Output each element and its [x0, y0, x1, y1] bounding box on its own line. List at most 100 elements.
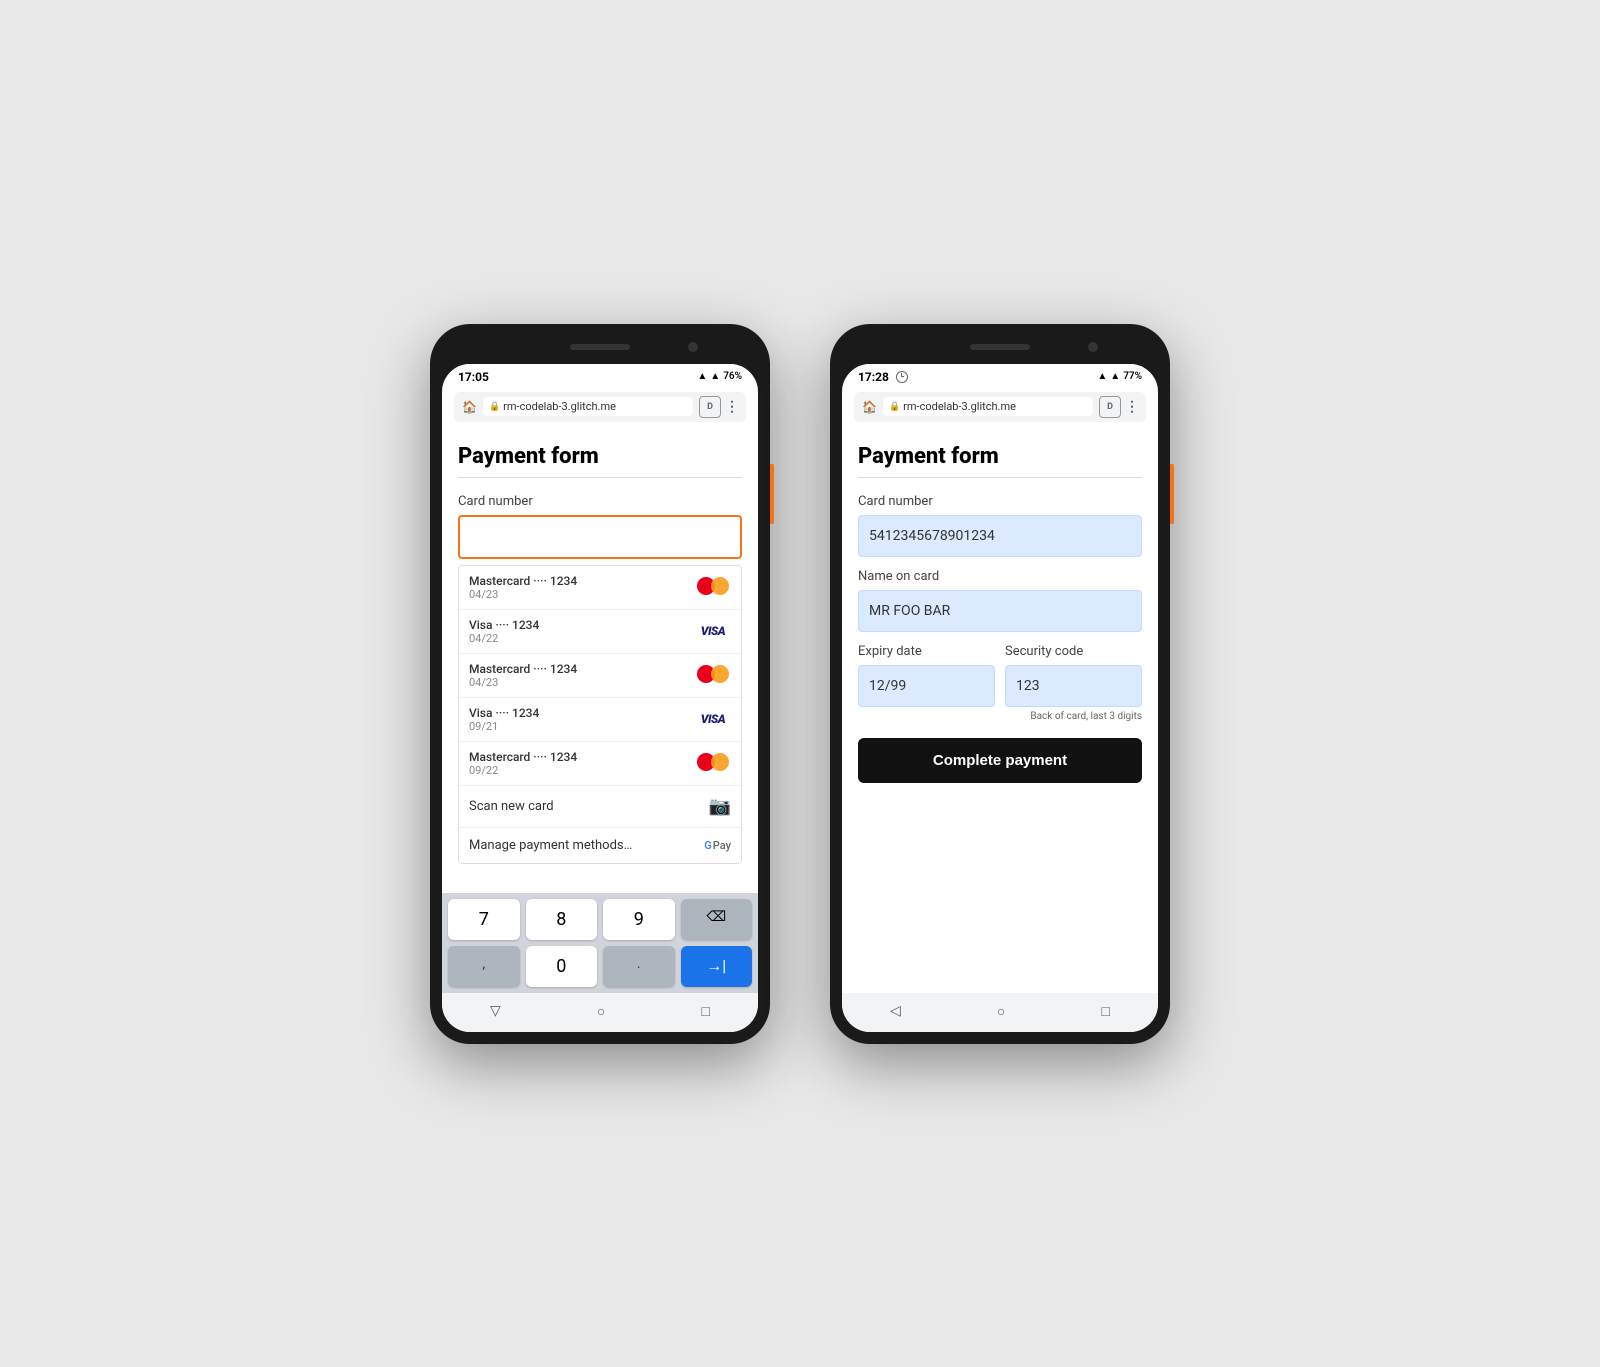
key-comma[interactable]: , — [448, 946, 520, 987]
right-page-title: Payment form — [858, 444, 1142, 469]
card-name-2: Visa ···· 1234 — [469, 618, 695, 632]
right-phone-screen: 17:28 ▲ ▲ 77% 🏠 🔒 rm-codelab-3.glitch.me… — [842, 364, 1158, 1032]
security-hint: Back of card, last 3 digits — [858, 711, 1142, 722]
home-icon[interactable]: 🏠 — [462, 400, 477, 414]
nav-home-button[interactable]: ○ — [577, 1001, 625, 1022]
name-on-card-value: MR FOO BAR — [869, 603, 950, 619]
scan-new-card-label: Scan new card — [469, 799, 709, 814]
left-phone-screen: 17:05 ▲ ▲ 76% 🏠 🔒 rm-codelab-3.glitch.me… — [442, 364, 758, 1032]
card-name-3: Mastercard ···· 1234 — [469, 662, 695, 676]
card-info-5: Mastercard ···· 1234 09/22 — [469, 750, 695, 777]
key-period[interactable]: . — [603, 946, 675, 987]
right-nav-home-button[interactable]: ○ — [977, 1001, 1025, 1022]
visa-logo-2: VISA — [695, 708, 731, 730]
mastercard-logo-3 — [695, 752, 731, 774]
right-title-divider — [858, 477, 1142, 478]
autocomplete-dropdown: Mastercard ···· 1234 04/23 Visa ···· 123… — [458, 565, 742, 864]
autocomplete-item-1[interactable]: Mastercard ···· 1234 04/23 — [459, 566, 741, 610]
security-label: Security code — [1005, 644, 1142, 659]
visa-logo-1: VISA — [695, 620, 731, 642]
card-info-3: Mastercard ···· 1234 04/23 — [469, 662, 695, 689]
nav-recent-button[interactable]: □ — [681, 1001, 729, 1022]
scan-new-card-row[interactable]: Scan new card 📷 — [459, 786, 741, 828]
wifi-icon: ▲ — [710, 371, 720, 382]
right-signal-icon: ▲ — [1097, 371, 1107, 382]
tab-icon[interactable]: D — [699, 396, 721, 418]
expiry-field[interactable]: 12/99 — [858, 665, 995, 707]
status-icons: ▲ ▲ 76% — [697, 371, 742, 382]
left-page-content: Payment form Card number Mastercard ····… — [442, 428, 758, 893]
key-next[interactable]: →| — [681, 946, 753, 987]
card-expiry-5: 09/22 — [469, 764, 695, 777]
card-name-1: Mastercard ···· 1234 — [469, 574, 695, 588]
camera — [688, 342, 698, 352]
status-time: 17:05 — [458, 370, 489, 384]
right-tab-icon[interactable]: D — [1099, 396, 1121, 418]
right-home-icon[interactable]: 🏠 — [862, 400, 877, 414]
right-camera — [1088, 342, 1098, 352]
complete-payment-button[interactable]: Complete payment — [858, 738, 1142, 783]
name-on-card-label: Name on card — [858, 569, 1142, 584]
manage-payment-row[interactable]: Manage payment methods… G Pay — [459, 828, 741, 863]
autocomplete-item-3[interactable]: Mastercard ···· 1234 04/23 — [459, 654, 741, 698]
card-name-5: Mastercard ···· 1234 — [469, 750, 695, 764]
right-nav-back-button[interactable]: ◁ — [870, 1001, 921, 1022]
right-nav-recent-button[interactable]: □ — [1081, 1001, 1129, 1022]
manage-payment-label: Manage payment methods… — [469, 838, 704, 853]
key-0[interactable]: 0 — [526, 946, 598, 987]
card-number-field[interactable]: 5412345678901234 — [858, 515, 1142, 557]
navigation-bar: ▽ ○ □ — [442, 993, 758, 1032]
right-more-menu-button[interactable]: ⋮ — [1125, 399, 1138, 415]
security-column: Security code 123 — [1005, 644, 1142, 707]
key-7[interactable]: 7 — [448, 899, 520, 940]
browser-area: 🏠 🔒 rm-codelab-3.glitch.me D ⋮ — [442, 388, 758, 428]
right-wifi-icon: ▲ — [1110, 371, 1120, 382]
right-status-icons: ▲ ▲ 77% — [1097, 371, 1142, 382]
right-battery-indicator: 77% — [1123, 371, 1142, 382]
autocomplete-item-2[interactable]: Visa ···· 1234 04/22 VISA — [459, 610, 741, 654]
keyboard-row-1: 7 8 9 ⌫ — [448, 899, 752, 940]
right-browser-actions: D ⋮ — [1099, 396, 1138, 418]
right-browser-bar[interactable]: 🏠 🔒 rm-codelab-3.glitch.me D ⋮ — [854, 392, 1146, 422]
card-number-label: Card number — [458, 494, 742, 509]
name-on-card-field[interactable]: MR FOO BAR — [858, 590, 1142, 632]
browser-bar[interactable]: 🏠 🔒 rm-codelab-3.glitch.me D ⋮ — [454, 392, 746, 422]
card-name-4: Visa ···· 1234 — [469, 706, 695, 720]
camera-icon: 📷 — [709, 796, 731, 817]
security-code-value: 123 — [1016, 678, 1040, 694]
left-phone: 17:05 ▲ ▲ 76% 🏠 🔒 rm-codelab-3.glitch.me… — [430, 324, 770, 1044]
title-divider — [458, 477, 742, 478]
key-9[interactable]: 9 — [603, 899, 675, 940]
right-card-number-label: Card number — [858, 494, 1142, 509]
right-speaker — [970, 344, 1030, 350]
card-expiry-3: 04/23 — [469, 676, 695, 689]
right-phone: 17:28 ▲ ▲ 77% 🏠 🔒 rm-codelab-3.glitch.me… — [830, 324, 1170, 1044]
card-expiry-2: 04/22 — [469, 632, 695, 645]
right-page-content: Payment form Card number 541234567890123… — [842, 428, 1158, 993]
lock-icon: 🔒 — [489, 402, 500, 412]
phone-top — [442, 336, 758, 364]
right-url-bar[interactable]: 🔒 rm-codelab-3.glitch.me — [883, 397, 1093, 416]
autocomplete-item-4[interactable]: Visa ···· 1234 09/21 VISA — [459, 698, 741, 742]
url-text: rm-codelab-3.glitch.me — [503, 400, 616, 413]
right-status-bar: 17:28 ▲ ▲ 77% — [842, 364, 1158, 388]
more-menu-button[interactable]: ⋮ — [725, 399, 738, 415]
right-navigation-bar: ◁ ○ □ — [842, 993, 1158, 1032]
url-bar[interactable]: 🔒 rm-codelab-3.glitch.me — [483, 397, 693, 416]
right-phone-top — [842, 336, 1158, 364]
expiry-value: 12/99 — [869, 678, 906, 694]
expiry-column: Expiry date 12/99 — [858, 644, 995, 707]
key-8[interactable]: 8 — [526, 899, 598, 940]
browser-actions: D ⋮ — [699, 396, 738, 418]
autocomplete-item-5[interactable]: Mastercard ···· 1234 09/22 — [459, 742, 741, 786]
card-number-value: 5412345678901234 — [869, 528, 995, 544]
signal-icon: ▲ — [697, 371, 707, 382]
key-backspace[interactable]: ⌫ — [681, 899, 753, 940]
nav-back-button[interactable]: ▽ — [470, 1001, 521, 1022]
card-expiry-4: 09/21 — [469, 720, 695, 733]
card-number-input[interactable] — [458, 515, 742, 559]
card-expiry-1: 04/23 — [469, 588, 695, 601]
security-code-field[interactable]: 123 — [1005, 665, 1142, 707]
numeric-keyboard: 7 8 9 ⌫ , 0 . →| — [442, 893, 758, 993]
page-title: Payment form — [458, 444, 742, 469]
